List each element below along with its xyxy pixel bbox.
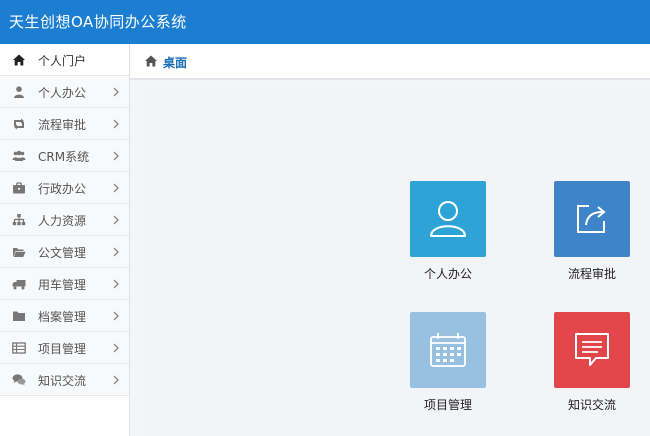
share-box-icon (577, 205, 606, 233)
sidebar-item-label: 知识交流 (38, 374, 87, 388)
sidebar-item-label: 个人门户 (38, 54, 87, 68)
tile-projects[interactable] (410, 312, 486, 388)
folder-open-icon (12, 245, 26, 259)
chevron-right-icon (113, 311, 119, 321)
sidebar-item-label: 行政办公 (38, 182, 87, 196)
tile-label: 项目管理 (423, 398, 472, 412)
sidebar-item-crm[interactable]: CRM系统 (0, 140, 129, 172)
tile-workflow[interactable] (554, 181, 630, 257)
sidebar-item-label: 档案管理 (38, 310, 87, 324)
tile-label: 知识交流 (567, 398, 616, 412)
sidebar-item-admin-office[interactable]: 行政办公 (0, 172, 129, 204)
chevron-right-icon (113, 215, 119, 225)
message-icon (575, 333, 609, 366)
chevron-right-icon (113, 87, 119, 97)
sidebar-item-label: 人力资源 (38, 214, 87, 228)
home-icon (145, 55, 157, 67)
chevron-right-icon (113, 343, 119, 353)
user-icon (12, 85, 26, 99)
sidebar-item-documents[interactable]: 公文管理 (0, 236, 129, 268)
sidebar-item-projects[interactable]: 项目管理 (0, 332, 129, 364)
calendar-icon (430, 333, 466, 367)
sidebar: 个人门户 个人办公 流程审批 CRM系统 行政办公 人力资源 公文管理 用车管理… (0, 44, 130, 436)
tile-label: 个人办公 (423, 267, 472, 281)
sidebar-item-knowledge[interactable]: 知识交流 (0, 364, 129, 396)
sidebar-item-personal-office[interactable]: 个人办公 (0, 76, 129, 108)
user-outline-icon (430, 201, 466, 237)
sidebar-item-label: 公文管理 (38, 246, 87, 260)
folder-icon (12, 309, 26, 323)
sidebar-item-label: 个人办公 (38, 86, 87, 100)
tile-personal-office[interactable] (410, 181, 486, 257)
list-icon (12, 341, 26, 355)
sidebar-item-workflow[interactable]: 流程审批 (0, 108, 129, 140)
truck-icon (12, 277, 26, 291)
sidebar-item-label: CRM系统 (38, 150, 90, 164)
sidebar-item-hr[interactable]: 人力资源 (0, 204, 129, 236)
sidebar-item-archives[interactable]: 档案管理 (0, 300, 129, 332)
sidebar-item-label: 流程审批 (38, 118, 87, 132)
retweet-icon (12, 117, 26, 131)
chevron-right-icon (113, 183, 119, 193)
sitemap-icon (12, 213, 26, 227)
breadcrumb-desktop-link[interactable]: 桌面 (163, 54, 187, 71)
sidebar-item-label: 项目管理 (38, 342, 87, 356)
sidebar-item-label: 用车管理 (38, 278, 87, 292)
chevron-right-icon (113, 119, 119, 129)
sidebar-item-vehicles[interactable]: 用车管理 (0, 268, 129, 300)
app-title: 天生创想OA协同办公系统 (9, 13, 187, 31)
tile-label: 流程审批 (567, 267, 616, 281)
breadcrumb: 桌面 (130, 44, 650, 80)
chevron-right-icon (113, 247, 119, 257)
comments-icon (12, 373, 26, 387)
sidebar-item-personal-portal[interactable]: 个人门户 (0, 44, 129, 76)
briefcase-icon (12, 181, 26, 195)
chevron-right-icon (113, 375, 119, 385)
top-header: 天生创想OA协同办公系统 (0, 0, 650, 44)
home-icon (12, 53, 26, 67)
chevron-right-icon (113, 279, 119, 289)
tile-knowledge[interactable] (554, 312, 630, 388)
group-icon (12, 149, 26, 163)
chevron-right-icon (113, 151, 119, 161)
